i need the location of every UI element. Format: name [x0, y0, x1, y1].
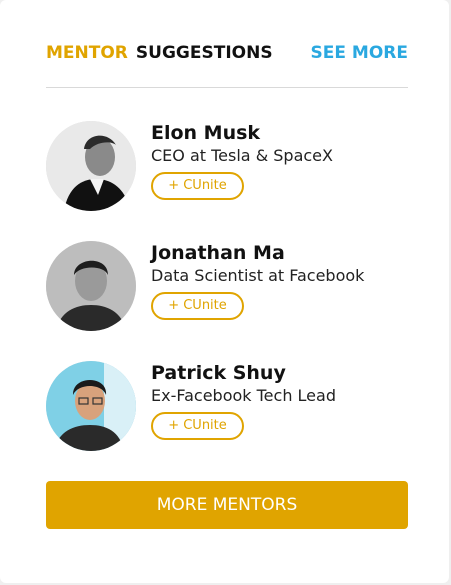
mentor-name[interactable]: Patrick Shuy [151, 361, 336, 385]
card-header: MENTOR SUGGESTIONS SEE MORE [46, 41, 408, 65]
avatar[interactable] [46, 361, 136, 451]
person-photo-icon [46, 241, 136, 331]
header-title-suggestions: SUGGESTIONS [135, 43, 273, 63]
person-photo-icon [46, 121, 136, 211]
avatar[interactable] [46, 121, 136, 211]
mentor-info: Patrick Shuy Ex-Facebook Tech Lead + CUn… [151, 361, 336, 440]
mentor-suggestions-card: MENTOR SUGGESTIONS SEE MORE Elon Musk CEO… [0, 0, 449, 583]
cunite-button[interactable]: + CUnite [151, 412, 244, 440]
mentor-name[interactable]: Jonathan Ma [151, 241, 364, 265]
mentor-info: Elon Musk CEO at Tesla & SpaceX + CUnite [151, 121, 333, 200]
cunite-button[interactable]: + CUnite [151, 172, 244, 200]
mentor-item-2: Jonathan Ma Data Scientist at Facebook +… [46, 241, 408, 333]
person-photo-icon [46, 361, 136, 451]
header-title-mentor: MENTOR [46, 43, 128, 63]
mentor-title: Ex-Facebook Tech Lead [151, 386, 336, 405]
mentor-info: Jonathan Ma Data Scientist at Facebook +… [151, 241, 364, 320]
mentor-item-1: Elon Musk CEO at Tesla & SpaceX + CUnite [46, 121, 408, 213]
more-mentors-button[interactable]: MORE MENTORS [46, 481, 408, 529]
header-divider [46, 87, 408, 88]
avatar[interactable] [46, 241, 136, 331]
mentor-name[interactable]: Elon Musk [151, 121, 333, 145]
mentor-item-3: Patrick Shuy Ex-Facebook Tech Lead + CUn… [46, 361, 408, 453]
mentor-title: Data Scientist at Facebook [151, 266, 365, 285]
mentor-title: CEO at Tesla & SpaceX [151, 146, 333, 165]
cunite-button[interactable]: + CUnite [151, 292, 244, 320]
see-more-link[interactable]: SEE MORE [311, 41, 408, 65]
